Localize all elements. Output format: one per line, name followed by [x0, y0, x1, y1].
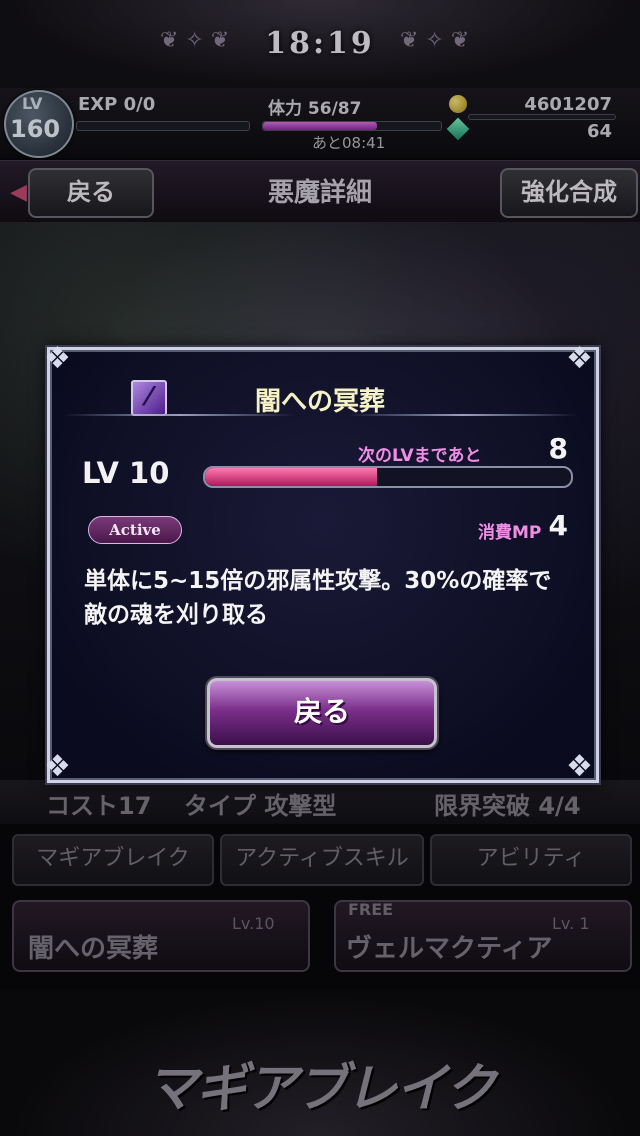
next-level-label: 次のLVまであと: [358, 446, 482, 466]
mp-cost-value: 4: [548, 509, 568, 542]
skill-description: 単体に5~15倍の邪属性攻撃。30%の確率で敵の魂を刈り取る: [84, 568, 552, 628]
skill-exp-bar: [203, 466, 573, 488]
next-level-value: 8: [548, 432, 568, 465]
skill-level: LV 10: [82, 456, 170, 490]
dialog-back-label: 戻る: [293, 695, 350, 728]
title-divider-right: [348, 414, 578, 416]
skill-name: 闇への冥葬: [254, 387, 385, 417]
skill-type-icon: ⁄: [131, 380, 167, 416]
skill-type-badge: Active: [88, 516, 182, 544]
corner-ornament-icon: ❖: [566, 341, 593, 376]
dialog-back-button[interactable]: 戻る: [207, 678, 437, 748]
skill-exp-bar-fill: [205, 468, 378, 486]
mp-cost-label: 消費MP: [478, 523, 542, 543]
corner-ornament-icon: ❖: [566, 749, 593, 784]
corner-ornament-icon: ❖: [44, 749, 71, 784]
corner-ornament-icon: ❖: [44, 341, 71, 376]
title-divider-left: [64, 414, 294, 416]
